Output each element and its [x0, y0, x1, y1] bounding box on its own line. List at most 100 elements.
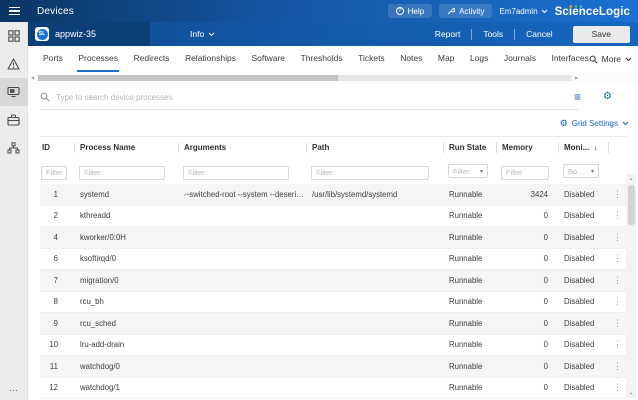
cell-monitored: Disabled: [558, 319, 608, 328]
list-view-icon[interactable]: ≡: [574, 92, 581, 102]
cell-process-name: lru-add-drain: [74, 340, 178, 349]
tab-relationships[interactable]: Relationships: [184, 46, 237, 72]
sidebar-item-events[interactable]: [0, 50, 28, 78]
table-row[interactable]: 1 systemd --switched-root --system --des…: [40, 184, 627, 206]
search-settings-gear-icon[interactable]: ⚙: [603, 92, 612, 102]
column-header-run-state[interactable]: Run State: [443, 137, 496, 158]
sidebar-item-devices[interactable]: [0, 78, 28, 106]
chevron-down-icon[interactable]: [622, 121, 629, 126]
tab-ports[interactable]: Ports: [42, 46, 64, 72]
sidebar-item-maps[interactable]: [0, 134, 28, 162]
device-logo-icon: SL: [35, 27, 49, 41]
tab-notes[interactable]: Notes: [399, 46, 423, 72]
scroll-right-arrow-icon[interactable]: ▶: [575, 72, 578, 83]
device-logo-text: SL: [37, 29, 48, 40]
column-header-monitored[interactable]: Moni...↓: [558, 137, 608, 158]
filter-monitored-select[interactable]: Bo...▾: [563, 164, 599, 178]
cell-run-state: Runnable: [443, 383, 496, 392]
filter-process-name-input[interactable]: [79, 166, 165, 180]
filter-id-input[interactable]: [41, 166, 67, 180]
kebab-menu-icon[interactable]: ⋮: [608, 339, 627, 350]
cell-monitored: Disabled: [558, 276, 608, 285]
save-button[interactable]: Save: [573, 26, 630, 43]
cell-run-state: Runnable: [443, 297, 496, 306]
vertical-scrollbar: ▲ ▼: [626, 174, 636, 398]
kebab-menu-icon[interactable]: ⋮: [608, 210, 627, 221]
filter-run-state-select[interactable]: Filter▾: [448, 164, 488, 178]
filter-arguments-input[interactable]: [183, 166, 289, 180]
cell-id: 8: [40, 297, 74, 306]
table-row[interactable]: 2 kthreadd Runnable 0 Disabled ⋮: [40, 206, 627, 228]
column-header-process-name[interactable]: Process Name: [74, 137, 178, 158]
table-row[interactable]: 4 kworker/0:0H Runnable 0 Disabled ⋮: [40, 227, 627, 249]
hscroll-thumb[interactable]: [38, 75, 338, 81]
filter-path-input[interactable]: [311, 166, 429, 180]
kebab-menu-icon[interactable]: ⋮: [608, 382, 627, 393]
tab-software[interactable]: Software: [250, 46, 286, 72]
column-header-memory[interactable]: Memory: [496, 137, 558, 158]
briefcase-icon: [7, 114, 20, 126]
table-row[interactable]: 7 migration/0 Runnable 0 Disabled ⋮: [40, 270, 627, 292]
top-navbar: Devices ? Help Activity Em7admin Science…: [0, 0, 638, 22]
column-header-id[interactable]: ID: [40, 137, 74, 158]
kebab-menu-icon[interactable]: ⋮: [608, 189, 627, 200]
device-tabs: Ports Processes Redirects Relationships Soft…: [28, 46, 638, 72]
hamburger-menu-icon[interactable]: [0, 0, 28, 22]
table-row[interactable]: 10 lru-add-drain Runnable 0 Disabled ⋮: [40, 335, 627, 357]
tab-map[interactable]: Map: [437, 46, 456, 72]
info-dropdown[interactable]: Info: [190, 29, 215, 39]
kebab-menu-icon[interactable]: ⋮: [608, 275, 627, 286]
tab-journals[interactable]: Journals: [503, 46, 537, 72]
activity-label: Activity: [459, 7, 484, 16]
kebab-menu-icon[interactable]: ⋮: [608, 361, 627, 372]
kebab-menu-icon[interactable]: ⋮: [608, 253, 627, 264]
wrench-icon: [447, 7, 455, 15]
tab-interfaces[interactable]: Interfaces: [551, 46, 590, 72]
tab-thresholds[interactable]: Thresholds: [300, 46, 344, 72]
sidebar-item-business-services[interactable]: [0, 106, 28, 134]
table-row[interactable]: 12 watchdog/1 Runnable 0 Disabled ⋮: [40, 378, 627, 400]
tab-tickets[interactable]: Tickets: [357, 46, 386, 72]
cancel-button[interactable]: Cancel: [515, 29, 563, 39]
vscroll-thumb[interactable]: [628, 185, 635, 225]
topbar-actions: ? Help Activity Em7admin ScienceLogic: [388, 4, 638, 18]
tab-processes[interactable]: Processes: [77, 46, 119, 72]
network-hierarchy-icon: [7, 142, 20, 154]
hscroll-track[interactable]: [38, 75, 572, 81]
table-row[interactable]: 8 rcu_bh Runnable 0 Disabled ⋮: [40, 292, 627, 314]
kebab-menu-icon[interactable]: ⋮: [608, 232, 627, 243]
chevron-down-icon: [208, 32, 215, 37]
cell-memory: 0: [496, 233, 558, 242]
report-button[interactable]: Report: [424, 29, 472, 39]
cell-arguments: --switched-root --system --deserialize 2…: [178, 190, 306, 199]
grid-settings-label[interactable]: Grid Settings: [572, 119, 618, 128]
user-menu[interactable]: Em7admin: [499, 7, 547, 16]
sidebar-item-dashboards[interactable]: [0, 22, 28, 50]
cell-run-state: Runnable: [443, 211, 496, 220]
table-row[interactable]: 6 ksoftirqd/0 Runnable 0 Disabled ⋮: [40, 249, 627, 271]
search-underline: [40, 109, 580, 110]
table-row[interactable]: 11 watchdog/0 Runnable 0 Disabled ⋮: [40, 356, 627, 378]
device-chip[interactable]: SL appwiz-35: [28, 22, 150, 46]
column-header-arguments[interactable]: Arguments: [178, 137, 306, 158]
kebab-menu-icon[interactable]: ⋮: [608, 318, 627, 329]
help-button[interactable]: ? Help: [388, 4, 432, 18]
cell-run-state: Runnable: [443, 319, 496, 328]
tab-redirects[interactable]: Redirects: [133, 46, 171, 72]
table-row[interactable]: 9 rcu_sched Runnable 0 Disabled ⋮: [40, 313, 627, 335]
activity-button[interactable]: Activity: [439, 4, 492, 18]
sidebar-overflow-ellipsis[interactable]: ⋯: [9, 385, 18, 396]
cell-id: 7: [40, 276, 74, 285]
table-filter-row: Filter▾ Bo...▾: [40, 158, 627, 184]
search-input[interactable]: [56, 93, 574, 102]
tools-button[interactable]: Tools: [472, 29, 514, 39]
more-tabs-button[interactable]: More: [589, 46, 632, 72]
kebab-menu-icon[interactable]: ⋮: [608, 296, 627, 307]
scroll-down-arrow-icon[interactable]: ▼: [626, 391, 636, 396]
scroll-left-arrow-icon[interactable]: ◀: [31, 72, 34, 83]
filter-memory-input[interactable]: [501, 166, 549, 180]
cell-monitored: Disabled: [558, 340, 608, 349]
scroll-up-arrow-icon[interactable]: ▲: [626, 176, 636, 181]
column-header-path[interactable]: Path: [306, 137, 443, 158]
tab-logs[interactable]: Logs: [469, 46, 489, 72]
